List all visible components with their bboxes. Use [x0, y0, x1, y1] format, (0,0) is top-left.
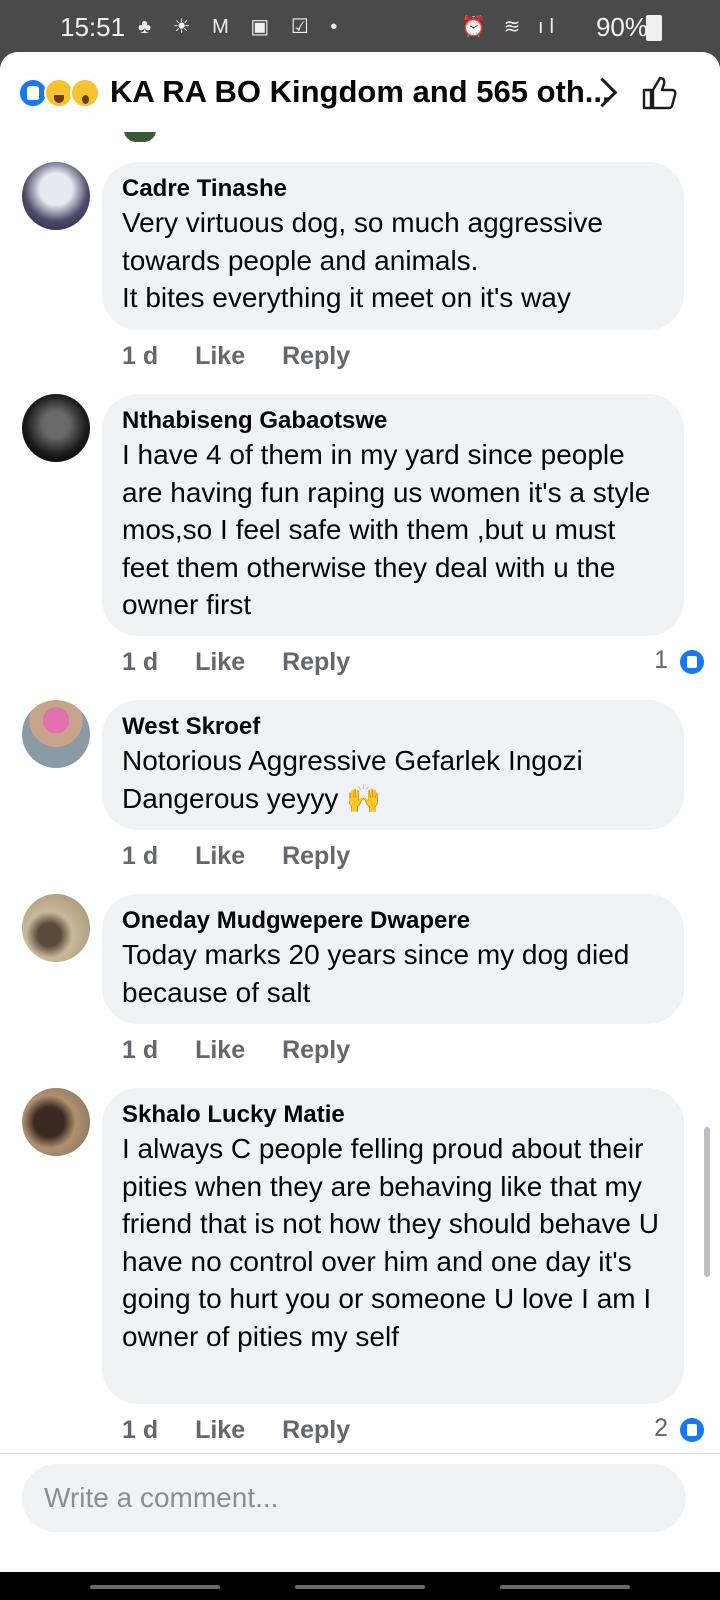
like-button[interactable]: Like	[195, 648, 245, 676]
battery-icon	[646, 15, 662, 41]
comment-author[interactable]: Nthabiseng Gabaotswe	[122, 406, 664, 436]
wow-reaction-icon	[70, 78, 100, 108]
comment-author[interactable]: Oneday Mudgwepere Dwapere	[122, 906, 664, 936]
reaction-count[interactable]: 1	[646, 646, 706, 676]
comment-composer	[0, 1453, 720, 1572]
avatar[interactable]	[22, 394, 90, 462]
avatar[interactable]	[22, 894, 90, 962]
like-button[interactable]: Like	[195, 342, 245, 370]
nav-back-handle[interactable]	[90, 1585, 220, 1589]
comment-bubble[interactable]: Cadre Tinashe Very virtuous dog, so much…	[102, 162, 684, 330]
comment-text: Today marks 20 years since my dog died b…	[122, 939, 630, 1008]
comment-author[interactable]: Skhalo Lucky Matie	[122, 1100, 664, 1130]
notification-icons: ♣ ☀ M ▣ ☑ •	[138, 16, 346, 38]
comment-time: 1 d	[122, 342, 159, 370]
avatar[interactable]	[22, 1088, 90, 1156]
scrollbar[interactable]	[704, 1127, 710, 1277]
comment-text: I have 4 of them in my yard since people…	[122, 439, 651, 620]
reply-button[interactable]: Reply	[282, 648, 350, 676]
comment-actions: 1 d Like Reply	[122, 842, 380, 871]
navigation-bar	[0, 1572, 720, 1600]
status-bar: 15:51 ♣ ☀ M ▣ ☑ • ⏰ ≋ ıl 90%	[0, 0, 720, 52]
reply-button[interactable]: Reply	[282, 1416, 350, 1444]
comment-author[interactable]: West Skroef	[122, 712, 664, 742]
reaction-count-number: 1	[654, 646, 668, 674]
reactions-summary[interactable]: KA RA BO Kingdom and 565 oth...	[110, 74, 611, 110]
comment-bubble[interactable]: Nthabiseng Gabaotswe I have 4 of them in…	[102, 394, 684, 636]
status-time: 15:51	[60, 12, 126, 42]
comment-time: 1 d	[122, 1036, 159, 1064]
comment-author[interactable]: Cadre Tinashe	[122, 174, 664, 204]
nav-recents-handle[interactable]	[500, 1585, 630, 1589]
comment-time: 1 d	[122, 1416, 159, 1444]
system-icons: ⏰ ≋ ıl	[461, 16, 560, 38]
like-button[interactable]: Like	[195, 1416, 245, 1444]
comment-actions: 1 d Like Reply	[122, 1416, 380, 1445]
like-button[interactable]: Like	[195, 842, 245, 870]
reactions-header[interactable]: KA RA BO Kingdom and 565 oth...	[0, 52, 720, 132]
comment-text: Notorious Aggressive Gefarlek Ingozi Dan…	[122, 745, 583, 814]
battery-percent: 90%	[595, 12, 648, 42]
like-button[interactable]: Like	[195, 1036, 245, 1064]
like-reaction-icon	[678, 1416, 706, 1444]
comment-actions: 1 d Like Reply	[122, 648, 380, 677]
like-reaction-icon	[678, 648, 706, 676]
reaction-icons	[18, 78, 108, 112]
comment-text: Very virtuous dog, so much aggressive to…	[122, 207, 603, 313]
comments-sheet: Cadre Tinashe Very virtuous dog, so much…	[0, 52, 720, 1572]
comment-bubble[interactable]: Skhalo Lucky Matie I always C people fel…	[102, 1088, 684, 1404]
comment-actions: 1 d Like Reply	[122, 1036, 380, 1065]
nav-home-handle[interactable]	[295, 1585, 425, 1589]
reply-button[interactable]: Reply	[282, 842, 350, 870]
thumbs-up-icon[interactable]	[640, 72, 680, 112]
reply-button[interactable]: Reply	[282, 1036, 350, 1064]
reaction-count-number: 2	[654, 1414, 668, 1442]
comment-time: 1 d	[122, 648, 159, 676]
comment-time: 1 d	[122, 842, 159, 870]
reaction-count[interactable]: 2	[646, 1414, 706, 1444]
reply-button[interactable]: Reply	[282, 342, 350, 370]
comment-actions: 1 d Like Reply	[122, 342, 380, 371]
comment-input[interactable]	[22, 1464, 686, 1532]
comment-bubble[interactable]: Oneday Mudgwepere Dwapere Today marks 20…	[102, 894, 684, 1024]
avatar[interactable]	[22, 162, 90, 230]
comment-text: I always C people felling proud about th…	[122, 1133, 660, 1352]
comment-bubble[interactable]: West Skroef Notorious Aggressive Gefarle…	[102, 700, 684, 830]
avatar[interactable]	[22, 700, 90, 768]
